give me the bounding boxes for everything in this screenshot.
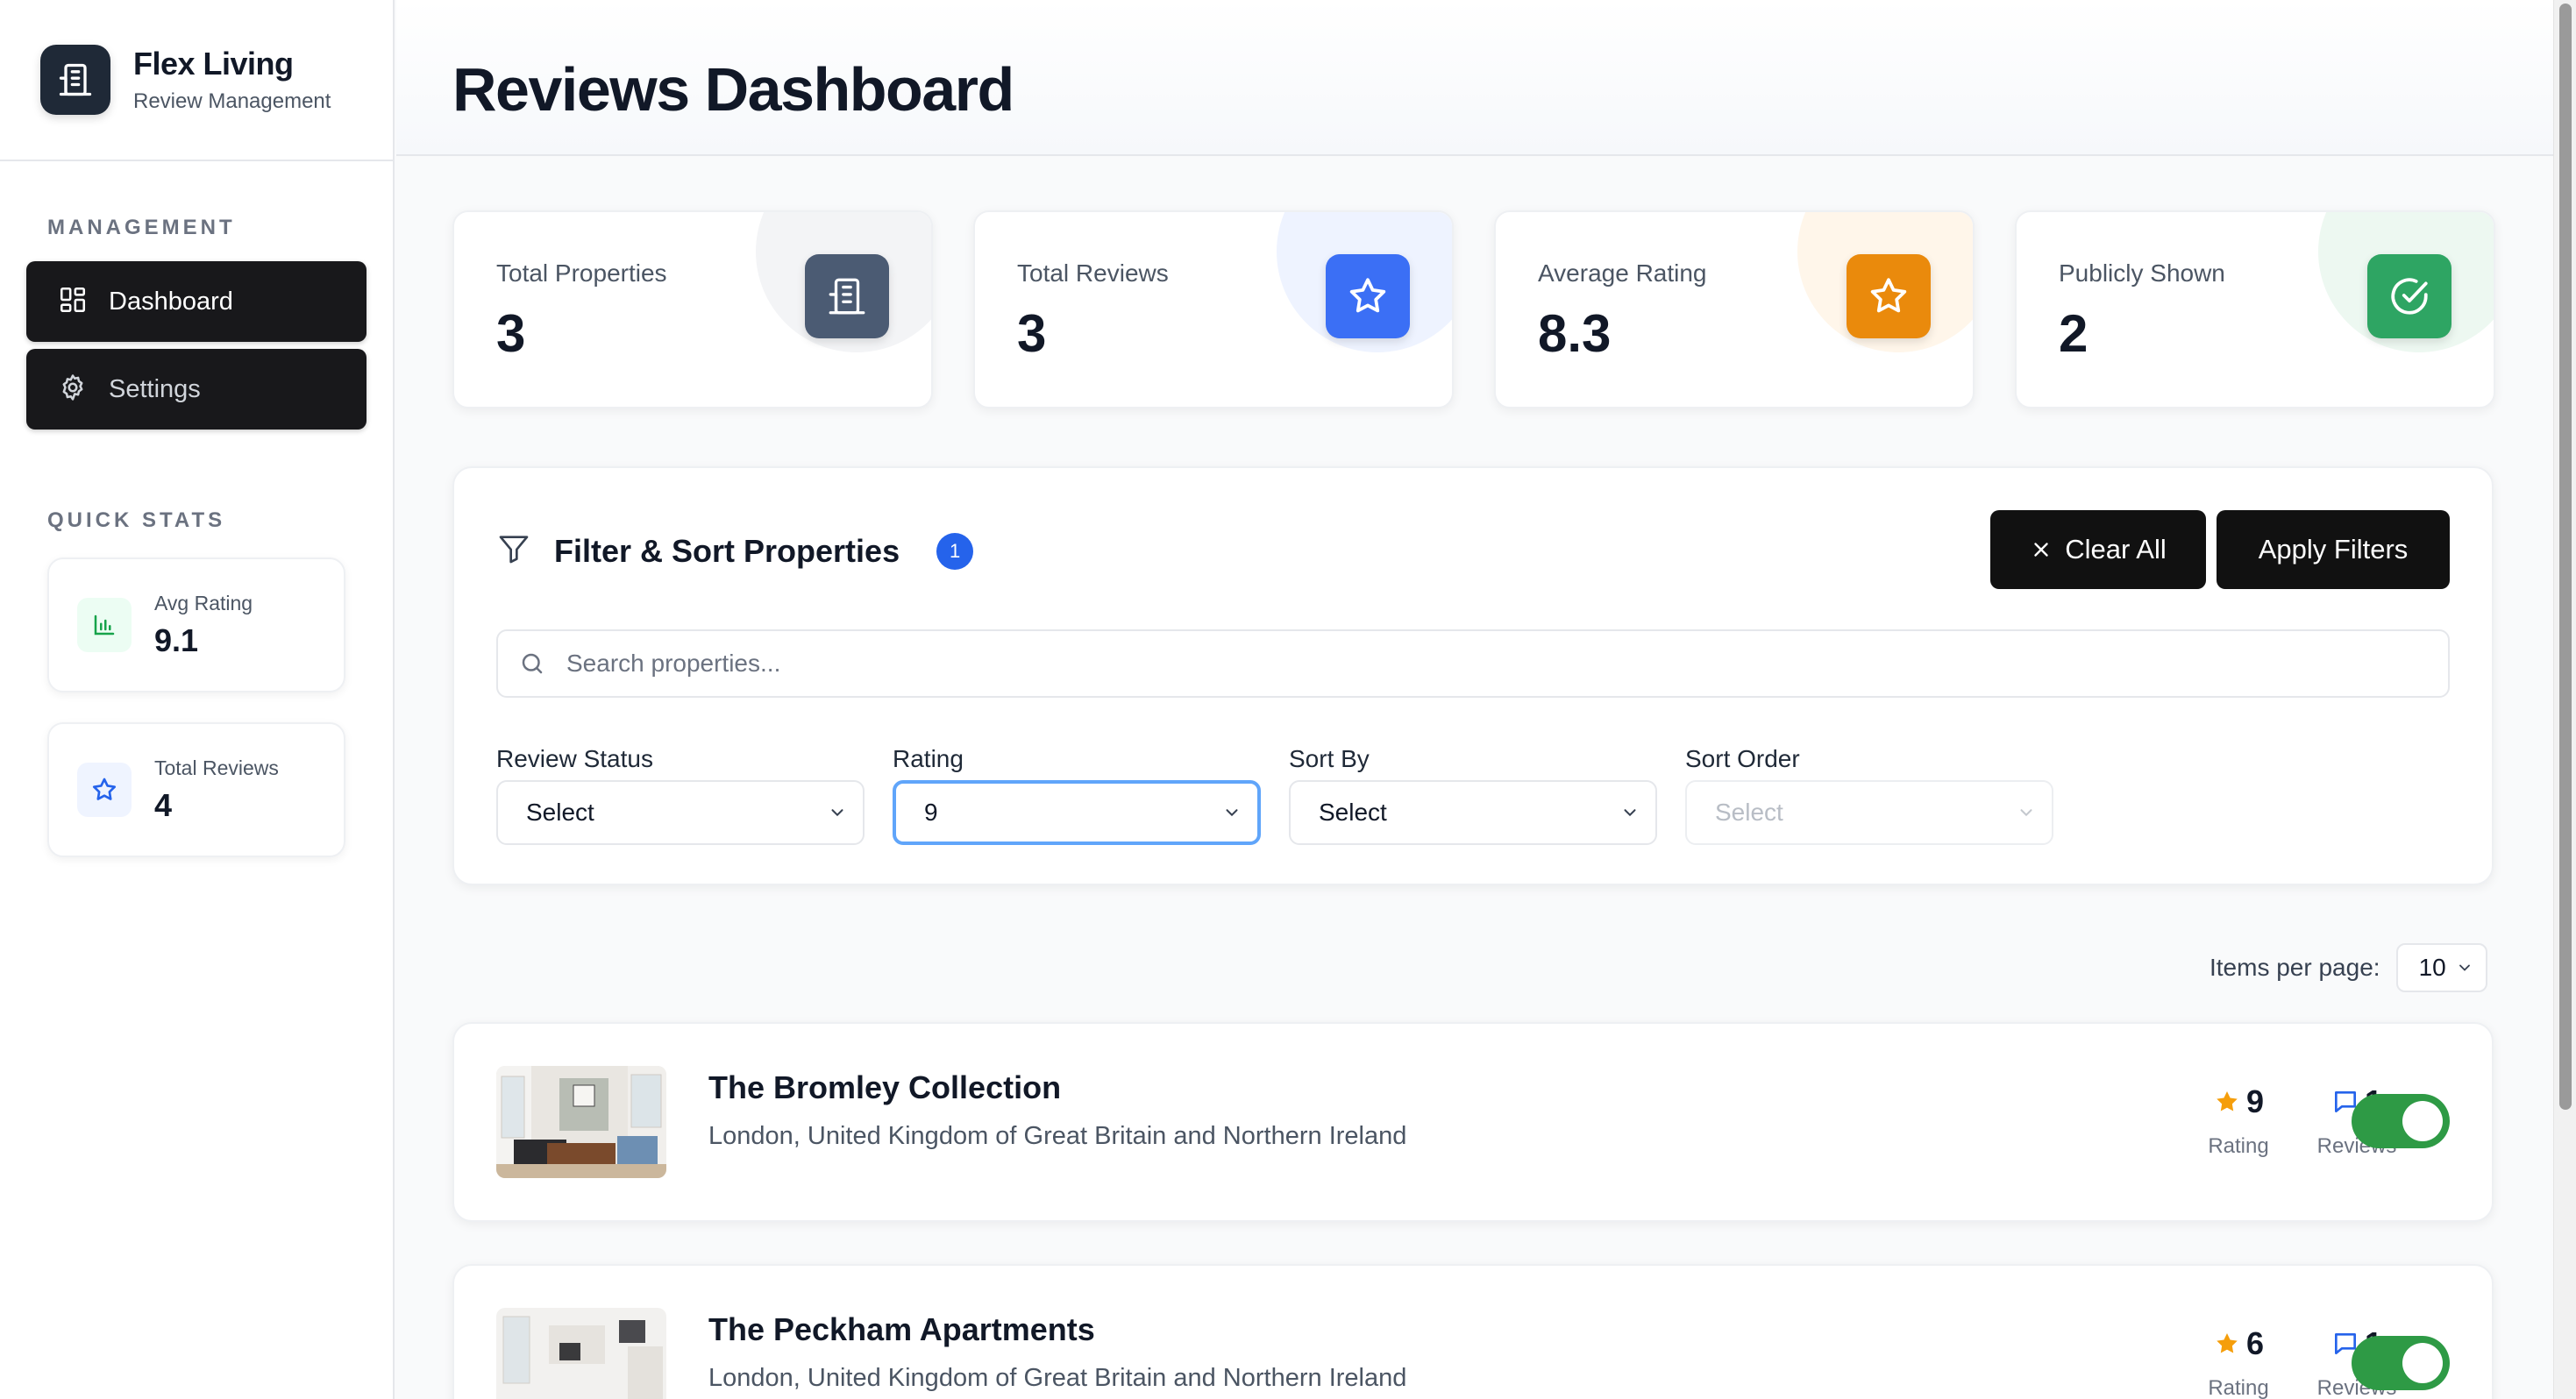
search-icon (519, 650, 545, 677)
property-name: The Peckham Apartments (708, 1311, 1095, 1347)
select-value: Select (1319, 799, 1387, 826)
select-value: 10 (2418, 954, 2446, 981)
filter-title: Filter & Sort Properties (554, 532, 900, 569)
select-value: 9 (924, 799, 938, 826)
sidebar-item-dashboard[interactable]: Dashboard (26, 261, 366, 342)
quick-stat-value: 9.1 (154, 621, 199, 658)
brand-subtitle: Review Management (133, 89, 331, 113)
review-status-select[interactable]: Select (496, 780, 865, 845)
public-visibility-toggle[interactable] (2352, 1094, 2450, 1148)
star-icon (2213, 1330, 2246, 1358)
clear-all-label: Clear All (2065, 534, 2167, 565)
quick-stat-avg-rating: Avg Rating 9.1 (47, 557, 345, 692)
stat-card-publicly-shown: Publicly Shown 2 (2015, 210, 2495, 408)
brand-header: Flex Living Review Management (0, 0, 393, 161)
chevron-down-icon (1222, 803, 1242, 822)
page-header: Reviews Dashboard (396, 0, 2553, 156)
stat-value: 3 (1017, 304, 1047, 363)
scrollbar-thumb[interactable] (2559, 4, 2572, 1110)
apply-filters-button[interactable]: Apply Filters (2217, 510, 2450, 589)
items-per-page-label: Items per page: (2210, 954, 2380, 981)
chevron-down-icon (828, 803, 847, 822)
items-per-page-select[interactable]: 10 (2395, 943, 2487, 992)
quick-stats-title: QUICK STATS (47, 508, 226, 532)
sidebar-item-label: Dashboard (109, 287, 233, 316)
property-location: London, United Kingdom of Great Britain … (708, 1364, 1407, 1392)
stat-label: Total Reviews (1017, 259, 1169, 287)
rating-value: 9 (2245, 1083, 2265, 1119)
gear-icon (58, 373, 88, 407)
field-label: Rating (893, 745, 964, 772)
stat-value: 2 (2059, 304, 2089, 363)
items-per-page: Items per page: 10 (2210, 943, 2487, 992)
quick-stat-total-reviews: Total Reviews 4 (47, 722, 345, 857)
sort-order-select[interactable]: Select (1685, 780, 2053, 845)
stat-label: Total Properties (496, 259, 667, 287)
page-title: Reviews Dashboard (452, 55, 1014, 124)
field-label: Sort Order (1685, 745, 1800, 772)
check-circle-icon (2367, 254, 2451, 338)
select-value: Select (526, 799, 594, 826)
sidebar-item-settings[interactable]: Settings (26, 349, 366, 430)
clear-all-button[interactable]: Clear All (1990, 510, 2206, 589)
property-rating: 6 Rating (2199, 1325, 2278, 1399)
rating-label: Rating (2208, 1134, 2269, 1158)
bar-chart-icon (77, 598, 132, 652)
stat-value: 8.3 (1538, 304, 1612, 363)
property-thumbnail (496, 1066, 666, 1178)
property-rating: 9 Rating (2199, 1083, 2278, 1159)
vertical-scrollbar[interactable] (2553, 0, 2576, 1399)
brand-name: Flex Living (133, 46, 294, 82)
rating-select[interactable]: 9 (893, 780, 1261, 845)
stat-label: Publicly Shown (2059, 259, 2225, 287)
close-icon (2030, 538, 2053, 561)
stat-card-average-rating: Average Rating 8.3 (1494, 210, 1975, 408)
public-visibility-toggle[interactable] (2352, 1336, 2450, 1390)
field-label: Review Status (496, 745, 653, 772)
active-filter-count-badge: 1 (936, 532, 974, 570)
filter-panel: Filter & Sort Properties 1 Clear All App… (452, 466, 2494, 885)
toggle-knob (2402, 1101, 2443, 1141)
building-icon (805, 254, 889, 338)
sidebar-item-label: Settings (109, 374, 201, 403)
grid-icon (58, 285, 88, 319)
toggle-knob (2402, 1343, 2443, 1383)
stat-card-total-reviews: Total Reviews 3 (973, 210, 1454, 408)
building-icon (40, 45, 110, 115)
stat-card-total-properties: Total Properties 3 (452, 210, 933, 408)
chevron-down-icon (2017, 803, 2036, 822)
stat-label: Average Rating (1538, 259, 1707, 287)
quick-stat-value: 4 (154, 786, 173, 823)
review-status-filter: Review Status Select (496, 745, 865, 845)
search-input[interactable] (566, 650, 2408, 678)
property-name: The Bromley Collection (708, 1069, 1062, 1105)
property-card[interactable]: The Bromley Collection London, United Ki… (452, 1022, 2494, 1222)
property-thumbnail (496, 1308, 666, 1399)
rating-value: 6 (2245, 1325, 2265, 1361)
sort-order-filter: Sort Order Select (1685, 745, 2053, 845)
field-label: Sort By (1289, 745, 1370, 772)
stat-value: 3 (496, 304, 526, 363)
sort-by-select[interactable]: Select (1289, 780, 1657, 845)
chevron-down-icon (2456, 959, 2473, 976)
sort-by-filter: Sort By Select (1289, 745, 1657, 845)
sidebar: Flex Living Review Management MANAGEMENT… (0, 0, 395, 1399)
star-icon (1847, 254, 1931, 338)
star-icon (2213, 1088, 2246, 1116)
chevron-down-icon (1620, 803, 1640, 822)
management-section-title: MANAGEMENT (47, 216, 236, 239)
rating-label: Rating (2208, 1376, 2269, 1399)
select-value: Select (1715, 799, 1783, 826)
quick-stat-label: Avg Rating (154, 591, 253, 614)
property-card[interactable]: The Peckham Apartments London, United Ki… (452, 1264, 2494, 1399)
property-location: London, United Kingdom of Great Britain … (708, 1122, 1407, 1150)
search-field (496, 629, 2450, 698)
star-icon (77, 763, 132, 817)
rating-filter: Rating 9 (893, 745, 1261, 845)
star-icon (1326, 254, 1410, 338)
filter-icon (496, 531, 531, 571)
quick-stat-label: Total Reviews (154, 756, 279, 779)
